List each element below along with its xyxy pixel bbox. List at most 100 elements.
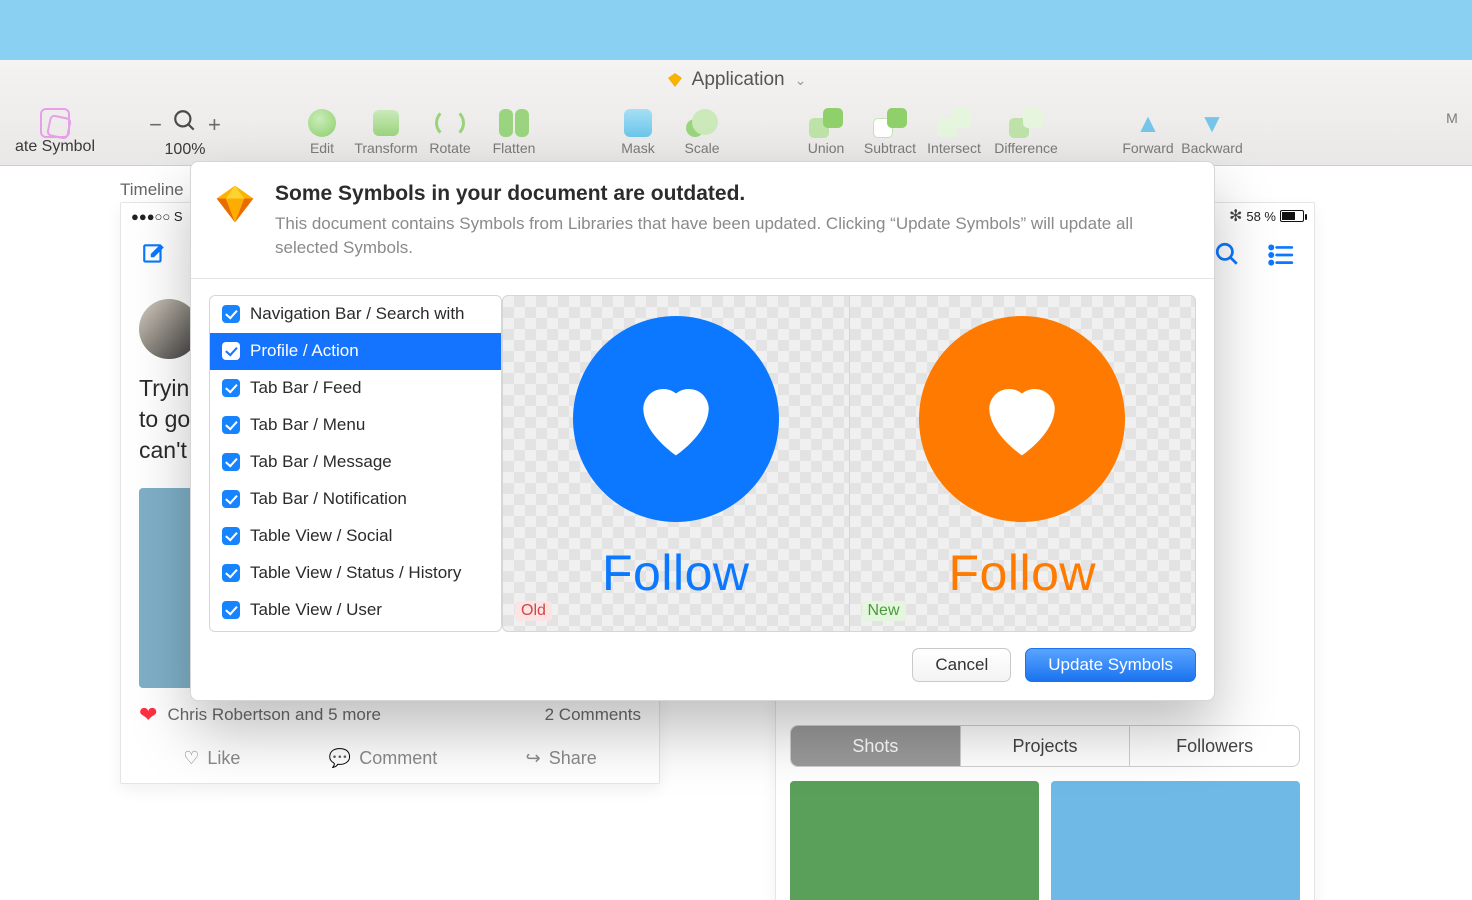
comments-count[interactable]: 2 Comments	[545, 705, 641, 725]
dialog-footer: Cancel Update Symbols	[191, 632, 1214, 700]
follow-label-old: Follow	[602, 544, 749, 602]
mask-tool[interactable]: Mask	[606, 108, 670, 156]
symbol-row[interactable]: Table View / Status / History	[210, 555, 501, 592]
flatten-tool[interactable]: Flatten	[482, 108, 546, 156]
heart-circle-new	[919, 316, 1125, 522]
compose-icon[interactable]	[141, 241, 167, 274]
desktop-wallpaper-strip	[0, 0, 1472, 60]
chevron-down-icon[interactable]: ⌄	[795, 72, 807, 89]
symbol-row[interactable]: Navigation Bar / Search with	[210, 296, 501, 333]
intersect-tool[interactable]: Intersect	[922, 108, 986, 156]
segment-shots[interactable]: Shots	[791, 726, 961, 766]
signal-dots-icon: ●●●○○	[131, 209, 170, 224]
zoom-out-icon[interactable]: −	[149, 112, 162, 138]
rotate-tool[interactable]: Rotate	[418, 108, 482, 156]
tool-label: Union	[808, 140, 845, 156]
union-tool[interactable]: Union	[794, 108, 858, 156]
window-chrome: Application ⌄ ate Symbol − + 100% Edit T…	[0, 60, 1472, 166]
scale-tool[interactable]: Scale	[670, 108, 734, 156]
preview-new: Follow New	[849, 295, 1197, 632]
dialog-body: Navigation Bar / Search with Profile / Ac…	[191, 279, 1214, 632]
toolbar: ate Symbol − + 100% Edit Transform Rotat…	[0, 100, 1472, 165]
tool-label: Scale	[684, 140, 719, 156]
list-icon[interactable]	[1268, 242, 1294, 273]
follow-label-new: Follow	[949, 544, 1096, 602]
symbol-row[interactable]: Tab Bar / Message	[210, 444, 501, 481]
segment-followers[interactable]: Followers	[1130, 726, 1299, 766]
difference-tool[interactable]: Difference	[986, 108, 1066, 156]
symbol-label: Tab Bar / Message	[250, 452, 392, 472]
symbol-label: Table View / User	[250, 600, 382, 620]
tool-label: Difference	[994, 140, 1058, 156]
heart-outline-icon: ♡	[183, 748, 199, 769]
heart-circle-old	[573, 316, 779, 522]
preview-old: Follow Old	[502, 295, 849, 632]
search-icon[interactable]	[1214, 241, 1240, 274]
sketch-app-icon	[213, 182, 257, 260]
update-symbols-dialog: Some Symbols in your document are outdat…	[190, 161, 1215, 701]
create-symbol-label: ate Symbol	[15, 138, 95, 156]
tool-label: Transform	[354, 140, 417, 156]
transform-tool[interactable]: Transform	[354, 108, 418, 156]
create-symbol-tool[interactable]: ate Symbol	[10, 108, 100, 156]
checkbox-icon[interactable]	[222, 601, 240, 619]
tool-label: Mask	[621, 140, 654, 156]
create-symbol-icon	[40, 108, 70, 138]
dialog-title: Some Symbols in your document are outdat…	[275, 182, 1175, 206]
checkbox-icon[interactable]	[222, 453, 240, 471]
carrier-text: S	[174, 209, 183, 224]
symbol-label: Tab Bar / Menu	[250, 415, 365, 435]
tool-label: Subtract	[864, 140, 916, 156]
checkbox-icon[interactable]	[222, 342, 240, 360]
cancel-button[interactable]: Cancel	[912, 648, 1011, 682]
tool-label: Backward	[1181, 140, 1242, 156]
zoom-in-icon[interactable]: +	[208, 112, 221, 138]
symbol-row[interactable]: Table View / Social	[210, 518, 501, 555]
forward-tool[interactable]: ▲Forward	[1116, 108, 1180, 156]
canvas[interactable]: Timeline ●●●○○ S Tryin to go can't ❤ Chr…	[0, 166, 1472, 900]
comment-button[interactable]: 💬Comment	[329, 748, 437, 769]
arrow-up-icon: ▲	[1128, 108, 1168, 138]
symbol-label: Tab Bar / Notification	[250, 489, 407, 509]
tool-label: Rotate	[429, 140, 470, 156]
checkbox-icon[interactable]	[222, 564, 240, 582]
segment-projects[interactable]: Projects	[961, 726, 1131, 766]
likes-text[interactable]: Chris Robertson and 5 more	[167, 705, 381, 725]
checkbox-icon[interactable]	[222, 490, 240, 508]
edit-tool[interactable]: Edit	[290, 108, 354, 156]
backward-tool[interactable]: ▼Backward	[1180, 108, 1244, 156]
checkbox-icon[interactable]	[222, 305, 240, 323]
update-symbols-button[interactable]: Update Symbols	[1025, 648, 1196, 682]
segmented-control[interactable]: Shots Projects Followers	[790, 725, 1300, 767]
tool-label: Flatten	[493, 140, 536, 156]
like-button[interactable]: ♡Like	[183, 748, 240, 769]
checkbox-icon[interactable]	[222, 379, 240, 397]
symbol-row[interactable]: Tab Bar / Menu	[210, 407, 501, 444]
symbol-row[interactable]: Table View / User	[210, 592, 501, 629]
symbol-row[interactable]: Profile / Action	[210, 333, 501, 370]
new-badge: New	[862, 601, 906, 621]
checkbox-icon[interactable]	[222, 527, 240, 545]
share-icon: ↪	[526, 748, 541, 769]
share-button[interactable]: ↪Share	[526, 748, 597, 769]
toolbar-cutoff: M	[1442, 108, 1462, 126]
heart-icon[interactable]: ❤	[139, 702, 157, 728]
dialog-header: Some Symbols in your document are outdat…	[191, 162, 1214, 279]
thumbnail-grid[interactable]	[776, 781, 1314, 900]
sketch-document-icon	[666, 71, 684, 89]
dialog-subtitle: This document contains Symbols from Libr…	[275, 212, 1175, 260]
subtract-tool[interactable]: Subtract	[858, 108, 922, 156]
battery-percent: 58 %	[1246, 209, 1276, 224]
magnifier-icon[interactable]	[172, 108, 198, 141]
symbol-list[interactable]: Navigation Bar / Search with Profile / Ac…	[209, 295, 502, 632]
symbol-label: Navigation Bar / Search with	[250, 304, 465, 324]
symbol-row[interactable]: Tab Bar / Notification	[210, 481, 501, 518]
window-title-bar[interactable]: Application ⌄	[0, 60, 1472, 100]
tool-label: Intersect	[927, 140, 981, 156]
zoom-control[interactable]: − + 100%	[130, 108, 240, 159]
artboard-label[interactable]: Timeline	[120, 180, 184, 200]
symbol-row[interactable]: Tab Bar / Feed	[210, 370, 501, 407]
battery-indicator: ✻ 58 %	[1229, 206, 1304, 226]
checkbox-icon[interactable]	[222, 416, 240, 434]
old-badge: Old	[515, 601, 552, 621]
